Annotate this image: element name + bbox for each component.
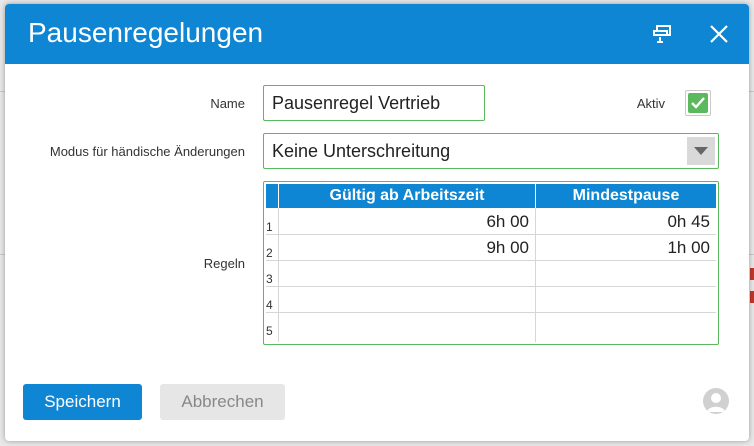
background-marker <box>750 291 754 303</box>
mode-select-value: Keine Unterschreitung <box>272 141 451 161</box>
rules-table: Gültig ab Arbeitszeit Mindestpause 1 6h … <box>263 181 719 345</box>
row-divider <box>266 286 716 287</box>
active-checkbox[interactable] <box>685 90 711 116</box>
row-divider <box>266 234 716 235</box>
column-header-valid-from[interactable]: Gültig ab Arbeitszeit <box>279 184 536 208</box>
close-icon[interactable] <box>703 18 735 50</box>
row-number: 2 <box>266 246 273 260</box>
row-number: 4 <box>266 298 273 312</box>
cancel-button[interactable]: Abbrechen <box>160 384 285 420</box>
chevron-down-icon[interactable] <box>687 137 715 165</box>
column-header-min-break[interactable]: Mindestpause <box>536 184 716 208</box>
cell-valid-from[interactable] <box>279 316 535 338</box>
background-marker <box>750 268 754 280</box>
cell-min-break[interactable] <box>536 264 716 286</box>
name-label: Name <box>210 96 245 111</box>
cell-min-break[interactable] <box>536 316 716 338</box>
dialog-header: Pausenregelungen <box>5 4 749 64</box>
user-avatar-icon[interactable] <box>703 388 729 414</box>
row-number: 3 <box>266 272 273 286</box>
cell-min-break[interactable]: 0h 45 <box>536 212 716 232</box>
active-label: Aktiv <box>636 96 665 111</box>
row-divider <box>266 312 716 313</box>
row-number-header <box>266 184 279 208</box>
dialog-title: Pausenregelungen <box>28 17 264 48</box>
cell-valid-from[interactable]: 9h 00 <box>279 238 535 258</box>
row-number: 1 <box>266 220 273 234</box>
restore-window-icon[interactable] <box>646 18 678 50</box>
cell-min-break[interactable]: 1h 00 <box>536 238 716 258</box>
row-divider <box>266 260 716 261</box>
rules-label: Regeln <box>203 256 245 271</box>
mode-select[interactable]: Keine Unterschreitung <box>263 133 719 169</box>
cell-min-break[interactable] <box>536 290 716 312</box>
cell-valid-from[interactable]: 6h 00 <box>279 212 535 232</box>
checkmark-icon <box>688 93 708 113</box>
cell-valid-from[interactable] <box>279 290 535 312</box>
name-field[interactable]: Pausenregel Vertrieb <box>263 85 485 121</box>
cell-valid-from[interactable] <box>279 264 535 286</box>
mode-label: Modus für händische Änderungen <box>49 144 245 159</box>
save-button[interactable]: Speichern <box>23 384 142 420</box>
break-rules-dialog: Pausenregelungen Name Pausenregel Vertri… <box>5 4 749 441</box>
row-number: 5 <box>266 324 273 338</box>
